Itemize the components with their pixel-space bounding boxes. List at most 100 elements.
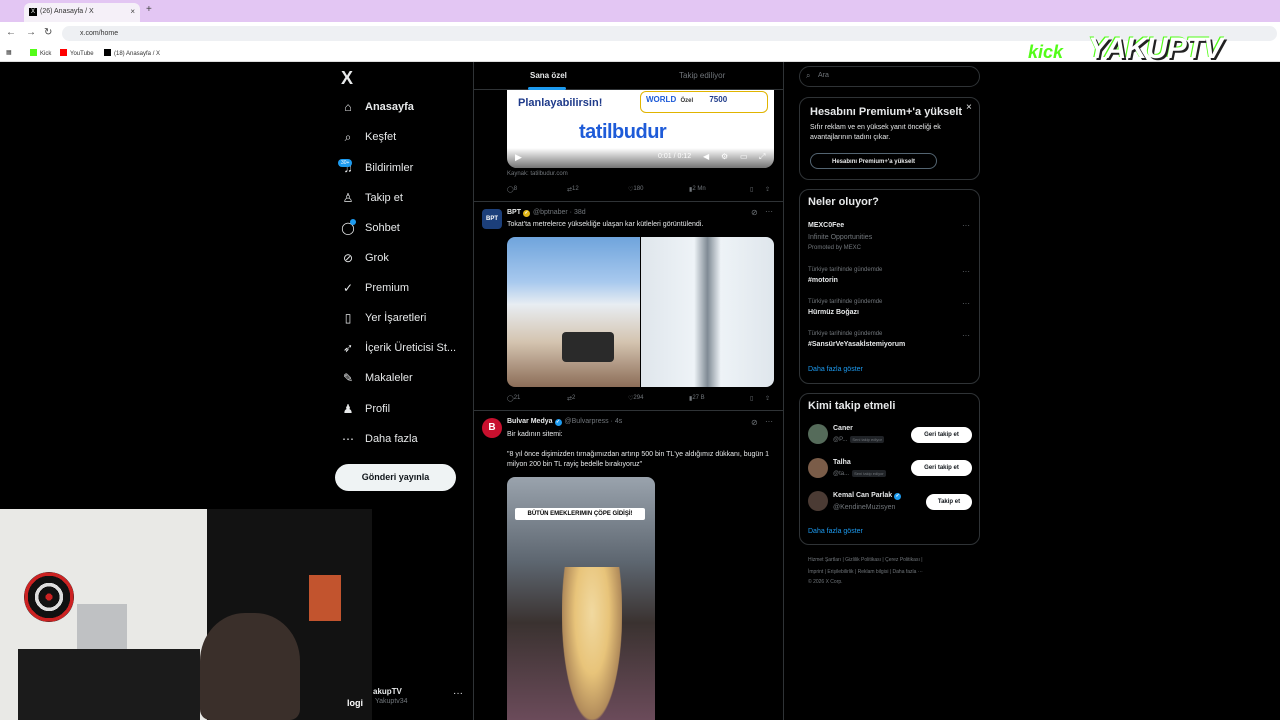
reload-icon[interactable]: ↻: [44, 27, 52, 38]
grok-icon[interactable]: ⊘: [751, 418, 758, 427]
premium-upgrade-button[interactable]: Hesabını Premium+'a yükselt: [810, 153, 937, 169]
tweet-author[interactable]: BPT ✓ @bptnaber · 38d: [507, 209, 586, 217]
streamer: [200, 613, 300, 720]
like-button[interactable]: ♡ 294: [628, 395, 643, 402]
car-shape: [562, 332, 614, 362]
grok-icon: ⊘: [342, 251, 354, 265]
footer-link[interactable]: Gizlilik Politikası: [845, 557, 881, 563]
avatar[interactable]: BPT: [482, 209, 502, 229]
views-button[interactable]: ▮ 27 B: [689, 395, 705, 402]
bookmark-kick[interactable]: Kick: [30, 49, 51, 57]
bookmark-x[interactable]: (18) Anasayfa / X: [104, 49, 160, 57]
back-icon[interactable]: ←: [6, 27, 16, 38]
trend-more-icon[interactable]: ···: [962, 331, 970, 340]
trend-name[interactable]: #motorin: [808, 277, 838, 284]
monitor: [18, 649, 200, 720]
who-to-follow-title: Kimi takip etmeli: [808, 400, 896, 412]
search-input[interactable]: ⌕ Ara: [799, 66, 980, 87]
feed-border-right: [783, 62, 784, 720]
tweet-more-icon[interactable]: ···: [765, 417, 773, 426]
tweet-media-video[interactable]: BÜTÜN EMEKLERIMIN ÇÖPE GİDİŞİ!: [507, 477, 655, 720]
show-more-link[interactable]: Daha fazla göster: [808, 366, 863, 373]
trend-name[interactable]: Hürmüz Boğazı: [808, 309, 859, 316]
account-name[interactable]: akupTV: [373, 687, 402, 696]
browser-tab[interactable]: X (26) Anasayfa / X ×: [24, 3, 140, 22]
apps-grid-icon[interactable]: ▦: [6, 49, 12, 56]
footer-link[interactable]: Erişilebilirlik: [827, 569, 853, 575]
more-circle-icon: ⋯: [342, 432, 354, 446]
reply-button[interactable]: ◯ 21: [507, 395, 520, 402]
dartboard-icon: [24, 572, 74, 622]
trend-more-icon[interactable]: ···: [962, 267, 970, 276]
volume-icon[interactable]: ◀: [703, 152, 709, 161]
ad-video[interactable]: Planlayabilirsin! WORLD Özel 7500 tatilb…: [507, 90, 774, 168]
search-icon: ⌕: [344, 130, 352, 144]
verified-icon: ✓: [554, 419, 562, 426]
reply-button[interactable]: ◯ 8: [507, 186, 517, 193]
footer-links: Hizmet Şartları | Gizlilik Politikası | …: [808, 557, 923, 563]
tab-following[interactable]: Takip ediliyor: [679, 71, 725, 80]
bookmark-button[interactable]: ▯: [750, 186, 753, 193]
avatar[interactable]: [808, 458, 828, 478]
like-button[interactable]: ♡ 180: [628, 186, 643, 193]
tweet-media-snow[interactable]: [507, 237, 774, 387]
new-tab-button[interactable]: +: [146, 4, 152, 15]
follow-handle: @KendineMuzisyen: [833, 504, 896, 511]
footer-link[interactable]: Reklam bilgisi: [858, 569, 889, 575]
settings-icon[interactable]: ⚙: [721, 152, 728, 161]
share-button[interactable]: ⇪: [765, 186, 770, 193]
tweet-author[interactable]: Bulvar Medya ✓ @Bulvarpress · 4s: [507, 418, 622, 426]
post-button[interactable]: Gönderi yayınla: [335, 464, 456, 491]
follow-name[interactable]: Talha: [833, 459, 851, 466]
video-caption: BÜTÜN EMEKLERIMIN ÇÖPE GİDİŞİ!: [515, 508, 645, 520]
x-logo-icon[interactable]: X: [341, 68, 353, 89]
tab-for-you[interactable]: Sana özel: [530, 71, 567, 80]
trend-more-icon[interactable]: ···: [962, 221, 970, 230]
trend-name[interactable]: #SansürVeYasakİstemiyorum: [808, 341, 905, 348]
article-icon: ✎: [342, 371, 354, 385]
wall-poster: [309, 575, 341, 621]
follow-name[interactable]: Caner: [833, 425, 853, 432]
follow-back-button[interactable]: Geri takip et: [911, 460, 972, 476]
bookmark-youtube[interactable]: YouTube: [60, 49, 94, 57]
grok-icon[interactable]: ⊘: [751, 208, 758, 217]
follow-back-button[interactable]: Geri takip et: [911, 427, 972, 443]
pip-icon[interactable]: ▭: [740, 152, 748, 161]
bookmark-button[interactable]: ▯: [750, 395, 753, 402]
avatar[interactable]: [808, 424, 828, 444]
avatar[interactable]: B: [482, 418, 502, 438]
who-to-follow-card: Kimi takip etmeli Caner @P... Seni takip …: [799, 393, 980, 545]
trends-title: Neler oluyor?: [808, 196, 879, 208]
url-text: x.com/home: [80, 30, 119, 37]
repost-button[interactable]: ⇄ 12: [567, 186, 579, 193]
trend-more-icon[interactable]: ···: [962, 299, 970, 308]
repost-button[interactable]: ⇄ 2: [567, 395, 575, 402]
forward-icon[interactable]: →: [26, 27, 36, 38]
webcam-overlay: logi: [0, 509, 372, 720]
x-favicon-icon: X: [29, 8, 37, 16]
video-time: 0:01 / 0:12: [658, 153, 692, 160]
chat-unread-dot: [350, 219, 356, 225]
tweet-more-icon[interactable]: ···: [765, 207, 773, 216]
trends-card: Neler oluyor? MEXC0Fee Infinite Opportun…: [799, 189, 980, 384]
trend-sub: Infinite Opportunities: [808, 234, 873, 241]
footer-link[interactable]: İmprint: [808, 569, 823, 575]
fullscreen-icon[interactable]: ⤢: [759, 152, 765, 162]
views-button[interactable]: ▮ 2 Mn: [689, 186, 706, 193]
tab-close-icon[interactable]: ×: [130, 7, 135, 16]
ad-source[interactable]: Kaynak: tatilbudur.com: [507, 171, 568, 177]
follow-button[interactable]: Takip et: [926, 494, 972, 510]
profile-icon: ♟: [342, 402, 354, 416]
footer-link[interactable]: Daha fazla ···: [893, 569, 923, 575]
close-icon[interactable]: ×: [966, 102, 972, 113]
video-controls: [507, 148, 774, 168]
follow-name[interactable]: Kemal Can Parlak ✓: [833, 492, 902, 500]
footer-link[interactable]: Çerez Politikası: [885, 557, 920, 563]
avatar[interactable]: [808, 491, 828, 511]
account-more-icon[interactable]: ···: [453, 688, 463, 699]
play-icon[interactable]: ▶: [515, 152, 522, 163]
footer-link[interactable]: Hizmet Şartları: [808, 557, 841, 563]
show-more-link[interactable]: Daha fazla göster: [808, 528, 863, 535]
share-button[interactable]: ⇪: [765, 395, 770, 402]
trend-name[interactable]: MEXC0Fee: [808, 222, 844, 229]
